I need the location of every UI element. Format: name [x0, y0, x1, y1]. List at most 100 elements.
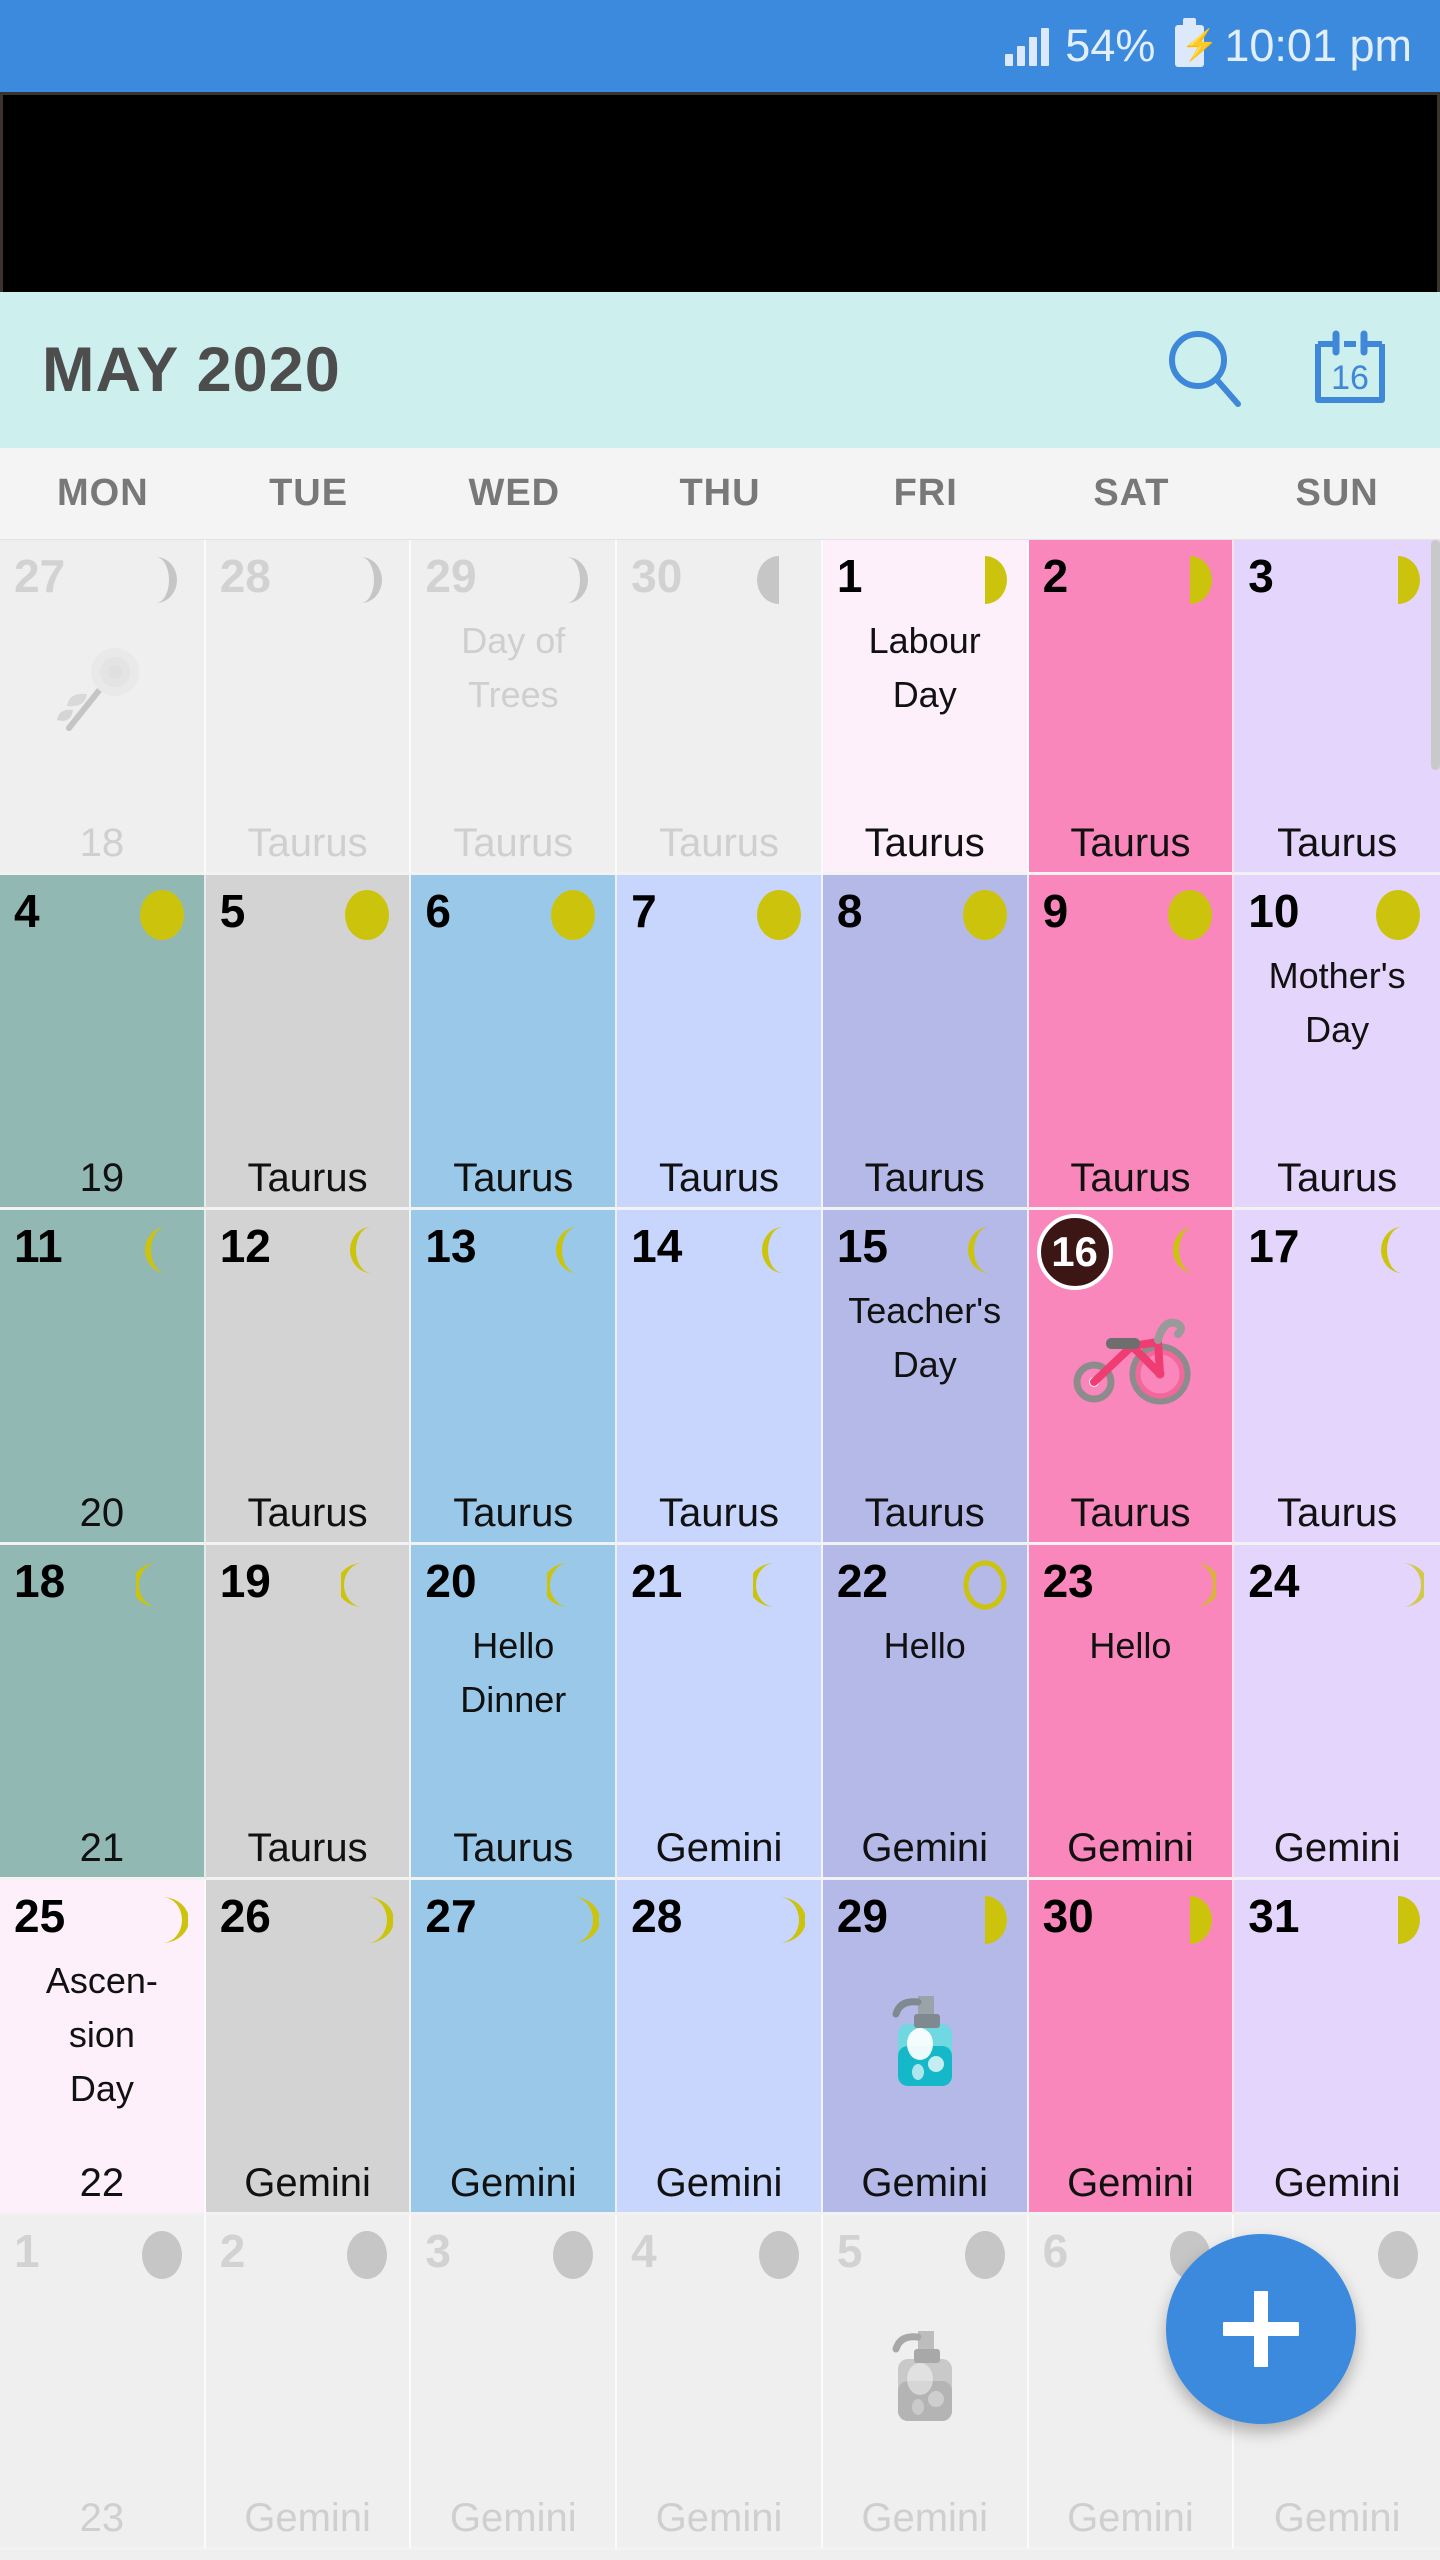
calendar-day-cell[interactable]: 19 Taurus — [205, 1545, 412, 1880]
clock-label: 10:01 pm — [1224, 20, 1412, 71]
calendar-day-cell[interactable]: 25 Ascen-sion Day 22 — [0, 1880, 206, 2215]
zodiac-sign-label: Gemini — [1273, 2496, 1401, 2540]
day-number-label: 2 — [1042, 550, 1069, 602]
moon-phase-icon — [959, 2229, 1011, 2281]
moon-phase-icon — [1372, 2229, 1424, 2281]
zodiac-sign-label: Taurus — [247, 821, 368, 865]
calendar-day-cell[interactable]: 28 Gemini — [617, 1880, 823, 2215]
calendar-day-cell[interactable]: 2 Taurus — [1028, 540, 1235, 875]
calendar-day-cell[interactable]: 2 Gemini — [205, 2215, 412, 2550]
calendar-day-cell[interactable]: 17 Taurus — [1234, 1210, 1440, 1545]
calendar-day-cell[interactable]: 6 Taurus — [411, 875, 618, 1210]
day-number-label: 9 — [1042, 885, 1069, 937]
calendar-day-cell[interactable]: 18 21 — [0, 1545, 206, 1880]
day-number-label: 29 — [836, 1890, 889, 1942]
calendar-day-cell[interactable]: 30 Gemini — [1028, 1880, 1235, 2215]
zodiac-sign-label: Gemini — [244, 2161, 371, 2205]
calendar-day-cell[interactable]: 21 Gemini — [617, 1545, 823, 1880]
soap-dispenser-emoji — [892, 1996, 952, 2086]
calendar-day-cell[interactable]: 29 Day of Trees Taurus — [411, 540, 618, 875]
day-number-label: 3 — [425, 2225, 452, 2277]
calendar-today-icon[interactable]: 16 — [1302, 322, 1398, 418]
event-label[interactable]: Day — [4, 2066, 200, 2112]
calendar-day-cell[interactable]: 30 Taurus — [617, 540, 823, 875]
calendar-day-cell[interactable]: 22 Hello Gemini — [822, 1545, 1029, 1880]
calendar-day-cell[interactable]: 12 Taurus — [205, 1210, 412, 1545]
day-number-label: 19 — [219, 1555, 271, 1607]
event-label[interactable]: Day — [827, 672, 1023, 718]
weekday-header-row: MON TUE WED THU FRI SAT SUN — [0, 448, 1440, 540]
calendar-day-cell[interactable]: 1 Labour Day Taurus — [822, 540, 1029, 875]
calendar-day-cell[interactable]: 4 Gemini — [617, 2215, 823, 2550]
calendar-day-cell[interactable]: 11 20 — [0, 1210, 206, 1545]
day-events[interactable]: Ascen-sion Day — [4, 1958, 200, 2120]
day-events[interactable]: Hello Dinner — [415, 1623, 611, 1731]
calendar-day-cell[interactable]: 9 Taurus — [1028, 875, 1235, 1210]
vertical-scrollbar[interactable] — [1431, 540, 1440, 770]
event-label[interactable]: Mother's — [1238, 953, 1436, 999]
search-icon[interactable] — [1158, 322, 1254, 418]
calendar-day-cell[interactable]: 8 Taurus — [822, 875, 1029, 1210]
calendar-day-cell[interactable]: 15 Teacher's Day Taurus — [822, 1210, 1029, 1545]
day-number-label: 11 — [14, 1220, 63, 1272]
event-label[interactable]: Trees — [415, 672, 611, 718]
event-label[interactable]: Hello — [415, 1623, 611, 1669]
moon-phase-icon — [753, 554, 805, 606]
calendar-day-cell[interactable]: 5 Gemini — [822, 2215, 1029, 2550]
calendar-day-cell[interactable]: 5 Taurus — [205, 875, 412, 1210]
day-events[interactable]: Hello — [1033, 1623, 1229, 1677]
event-label[interactable]: Day — [1238, 1007, 1436, 1053]
event-label[interactable]: sion — [4, 2012, 200, 2058]
event-label[interactable]: Day — [827, 1342, 1023, 1388]
calendar-day-cell[interactable]: 7 Taurus — [617, 875, 823, 1210]
calendar-day-cell[interactable]: 3 Taurus — [1234, 540, 1440, 875]
calendar-day-cell[interactable]: 1 23 — [0, 2215, 206, 2550]
day-events[interactable]: Day of Trees — [415, 618, 611, 726]
day-events[interactable]: Hello — [827, 1623, 1023, 1677]
zodiac-sign-label: Taurus — [1277, 821, 1398, 865]
day-number-label: 7 — [631, 885, 657, 937]
calendar-day-cell[interactable]: 13 Taurus — [411, 1210, 618, 1545]
event-label[interactable]: Dinner — [415, 1677, 611, 1723]
calendar-day-cell[interactable]: 16 Taurus — [1028, 1210, 1235, 1545]
battery-charging-icon: ⚡ — [1175, 18, 1219, 67]
calendar-day-cell[interactable]: 10 Mother's Day Taurus — [1234, 875, 1440, 1210]
day-number-label: 26 — [219, 1890, 271, 1942]
add-event-button[interactable] — [1166, 2234, 1356, 2424]
moon-phase-icon — [1164, 889, 1216, 941]
calendar-day-cell[interactable]: 3 Gemini — [411, 2215, 618, 2550]
zodiac-sign-label: Gemini — [861, 1826, 989, 1870]
calendar-day-cell[interactable]: 20 Hello Dinner Taurus — [411, 1545, 618, 1880]
calendar-day-cell[interactable]: 23 Hello Gemini — [1028, 1545, 1235, 1880]
day-events[interactable]: Teacher's Day — [827, 1288, 1023, 1396]
event-label[interactable]: Ascen- — [4, 1958, 200, 2004]
page-title: MAY 2020 — [42, 335, 341, 405]
calendar-day-cell[interactable]: 31 Gemini — [1234, 1880, 1440, 2215]
day-events[interactable]: Labour Day — [827, 618, 1023, 726]
event-label[interactable]: Hello — [827, 1623, 1023, 1669]
calendar-day-cell[interactable]: 27 Gemini — [411, 1880, 618, 2215]
event-label[interactable]: Day of — [415, 618, 611, 664]
event-label[interactable]: Labour — [827, 618, 1023, 664]
status-bar: 54% ⚡ 10:01 pm — [0, 0, 1440, 92]
calendar-day-cell[interactable]: 14 Taurus — [617, 1210, 823, 1545]
zodiac-sign-label: Taurus — [453, 1491, 574, 1535]
day-number-label: 17 — [1248, 1220, 1300, 1272]
calendar-day-cell[interactable]: 4 19 — [0, 875, 206, 1210]
moon-phase-icon — [543, 1559, 599, 1611]
zodiac-sign-label: Gemini — [1273, 1826, 1401, 1870]
event-label[interactable]: Teacher's — [827, 1288, 1023, 1334]
day-number-label: 12 — [219, 1220, 271, 1272]
day-events[interactable]: Mother's Day — [1238, 953, 1436, 1061]
day-number-label: 21 — [631, 1555, 683, 1607]
event-label[interactable]: Hello — [1033, 1623, 1229, 1669]
calendar-day-cell[interactable]: 29 Gemini — [822, 1880, 1029, 2215]
day-number-label: 27 — [425, 1890, 477, 1942]
calendar-day-cell[interactable]: 26 Gemini — [205, 1880, 412, 2215]
moon-phase-icon — [341, 1894, 395, 1946]
calendar-day-cell[interactable]: 28 Taurus — [205, 540, 412, 875]
moon-phase-icon — [337, 1559, 393, 1611]
calendar-day-cell[interactable]: 27 18 — [0, 540, 206, 875]
calendar-day-cell[interactable]: 24 Gemini — [1234, 1545, 1440, 1880]
moon-phase-icon — [1164, 1559, 1221, 1611]
